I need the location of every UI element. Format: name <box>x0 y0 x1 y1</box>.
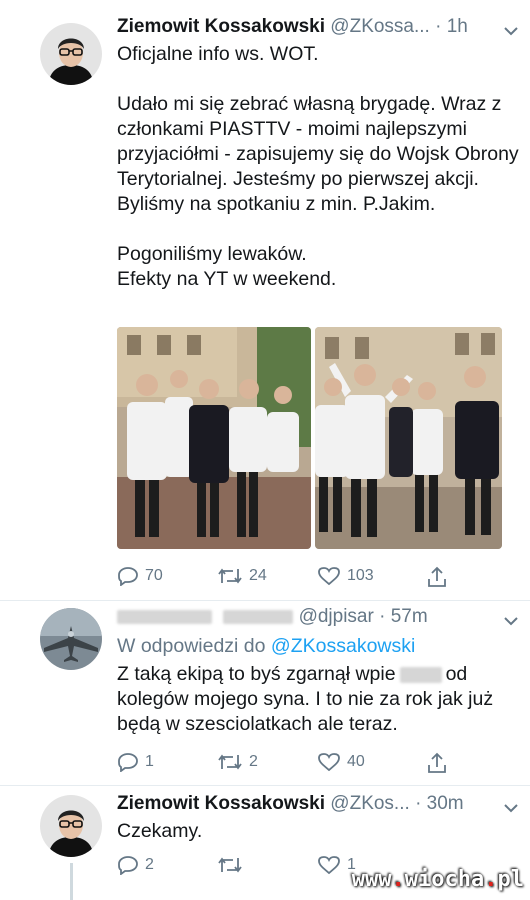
avatar[interactable] <box>40 608 102 670</box>
reply-icon <box>118 856 138 875</box>
retweet-button[interactable]: 24 <box>217 566 267 586</box>
share-icon <box>428 752 446 773</box>
share-button[interactable] <box>427 752 447 774</box>
timestamp[interactable]: · 30m <box>415 793 464 814</box>
like-button[interactable]: 103 <box>317 566 374 586</box>
chevron-down-icon[interactable] <box>504 797 518 818</box>
jet-avatar-image <box>40 608 102 670</box>
author-name[interactable]: Ziemowit Kossakowski <box>117 793 325 814</box>
reply-context: W odpowiedzi do @ZKossakowski <box>117 634 522 659</box>
reply-context-label: W odpowiedzi do <box>117 635 271 657</box>
tweet-photo-2[interactable] <box>315 327 502 549</box>
retweet-count: 24 <box>249 567 267 584</box>
like-button[interactable]: 40 <box>317 752 365 772</box>
tweet-paragraph: Oficjalne info ws. WOT. <box>117 43 319 65</box>
avatar[interactable] <box>40 23 102 85</box>
author-handle[interactable]: @djpisar <box>299 606 374 627</box>
watermark-part: www <box>351 867 392 892</box>
like-count: 40 <box>347 753 365 770</box>
tweet-header: Ziemowit Kossakowski @ZKossa... · 1h <box>117 16 468 38</box>
avatar[interactable] <box>40 795 102 857</box>
tweet-text: Oficjalne info ws. WOT. Udało mi się zeb… <box>117 42 522 292</box>
like-button[interactable]: 1 <box>317 855 356 875</box>
chevron-down-icon[interactable] <box>504 610 518 631</box>
reply-count: 2 <box>145 856 154 873</box>
reply-count: 70 <box>145 567 163 584</box>
censored-word <box>399 666 442 683</box>
like-count: 103 <box>347 567 374 584</box>
tweet-2[interactable]: @djpisar · 57m W odpowiedzi do @ZKossako… <box>0 600 530 785</box>
tweet-text-part: Z taką ekipą to byś zgarnął wpie <box>117 663 396 685</box>
reply-button[interactable]: 1 <box>117 752 154 772</box>
reply-icon <box>118 753 138 772</box>
reply-button[interactable]: 2 <box>117 855 154 875</box>
redacted-name <box>223 609 294 624</box>
reply-count: 1 <box>145 753 154 770</box>
avatar-image <box>40 795 102 857</box>
share-button[interactable] <box>427 566 447 588</box>
share-icon <box>428 566 446 587</box>
author-name[interactable]: Ziemowit Kossakowski <box>117 16 325 37</box>
chevron-down-icon[interactable] <box>504 20 518 41</box>
reply-icon <box>118 567 138 586</box>
tweet-actions: 1 2 40 <box>117 752 457 778</box>
thread-line <box>70 863 73 900</box>
redacted-name <box>117 609 212 624</box>
group-photo-image <box>117 327 311 549</box>
heart-icon <box>318 567 340 586</box>
tweet-text: Z taką ekipą to byś zgarnął wpie od koleg… <box>117 662 522 737</box>
timestamp[interactable]: · 57m <box>379 606 428 627</box>
retweet-button[interactable]: 2 <box>217 752 258 772</box>
tweet-actions: 70 24 103 <box>117 566 457 592</box>
avatar-image <box>40 23 102 85</box>
heart-icon <box>318 856 340 875</box>
retweet-icon <box>218 857 242 873</box>
tweet-paragraph: Udało mi się zebrać własną brygadę. Wraz… <box>117 93 519 215</box>
watermark-part: pl <box>497 867 525 892</box>
retweet-icon <box>218 754 242 770</box>
group-photo-image <box>315 327 502 549</box>
tweet-text: Czekamy. <box>117 820 203 842</box>
watermark-part: wiocha <box>404 867 485 892</box>
timestamp[interactable]: · 1h <box>435 16 468 37</box>
tweet-1[interactable]: Ziemowit Kossakowski @ZKossa... · 1h Ofi… <box>0 0 530 595</box>
retweet-count: 2 <box>249 753 258 770</box>
site-watermark: www.wiocha.pl <box>351 867 525 892</box>
retweet-icon <box>218 568 242 584</box>
author-handle[interactable]: @ZKos... <box>330 793 409 814</box>
tweet-header: @djpisar · 57m <box>117 606 428 628</box>
reply-button[interactable]: 70 <box>117 566 163 586</box>
tweet-photo-1[interactable] <box>117 327 311 549</box>
mention-link[interactable]: @ZKossakowski <box>271 635 415 657</box>
heart-icon <box>318 753 340 772</box>
author-handle[interactable]: @ZKossa... <box>330 16 430 37</box>
retweet-button[interactable] <box>217 855 243 875</box>
tweet-header: Ziemowit Kossakowski @ZKos... · 30m <box>117 793 464 815</box>
tweet-paragraph: Pogoniliśmy lewaków. Efekty na YT w week… <box>117 243 337 290</box>
